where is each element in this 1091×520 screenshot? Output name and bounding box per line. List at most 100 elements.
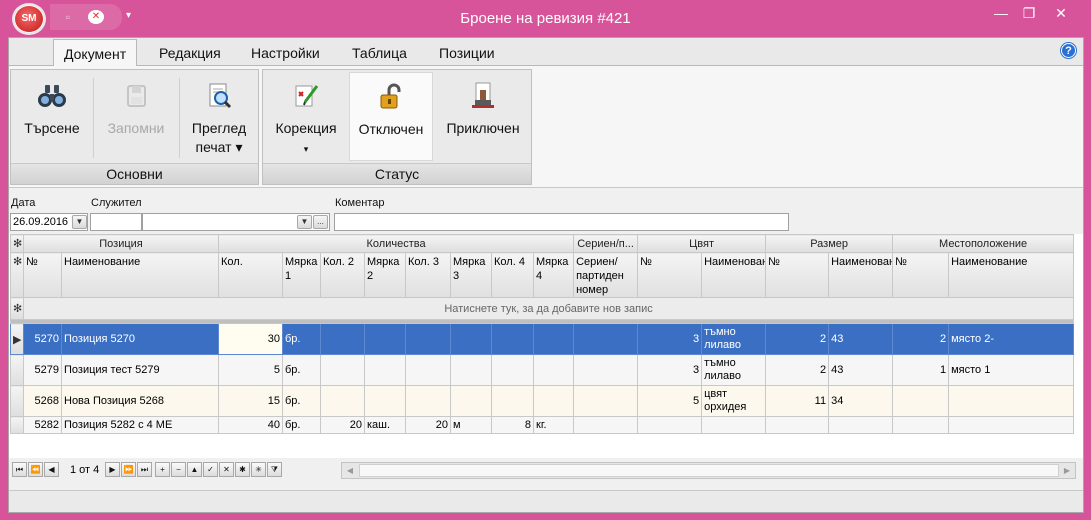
cell-qty3[interactable] [405,385,451,417]
col-position-name[interactable]: Наименование [61,252,219,298]
nav-last-icon[interactable]: ⏭ [137,462,152,477]
table-row[interactable]: 5268 Нова Позиция 5268 15 бр. 5 цвят орх… [10,385,1075,417]
cell-color-name[interactable]: цвят орхидея [701,385,767,417]
column-corner-icon[interactable]: ✻ [10,252,24,298]
scroll-left-icon[interactable]: ◀ [342,463,358,478]
band-serial[interactable]: Сериен/п... [573,234,639,253]
cell-location-name[interactable]: място 1 [948,354,1075,386]
cell-color-no[interactable] [637,416,703,434]
cell-qty2[interactable] [320,385,365,417]
col-unit1[interactable]: Мярка 1 [282,252,321,298]
cell-no[interactable]: 5268 [23,385,62,417]
col-qty2[interactable]: Кол. 2 [320,252,365,298]
tab-document[interactable]: Документ [53,39,138,67]
cell-unit1[interactable]: бр. [282,354,321,386]
nav-goto-bookmark-icon[interactable]: ✳ [251,462,266,477]
col-location-name[interactable]: Наименование [948,252,1075,298]
scroll-right-icon[interactable]: ▶ [1059,463,1075,478]
col-size-no[interactable]: № [765,252,830,298]
comment-field[interactable] [334,213,789,231]
tab-table[interactable]: Таблица [352,44,407,66]
nav-next-page-icon[interactable]: ⏩ [121,462,136,477]
row-indicator[interactable] [10,354,24,386]
band-quantities[interactable]: Количества [217,234,575,253]
nav-delete-icon[interactable]: − [171,462,186,477]
cell-qty2[interactable] [320,323,365,355]
cell-color-name[interactable]: тъмно лилаво [701,354,767,386]
maximize-button[interactable]: ❐ [1018,4,1040,22]
cell-qty[interactable]: 5 [218,354,283,386]
nav-post-icon[interactable]: ✓ [203,462,218,477]
cell-size-no[interactable] [765,416,830,434]
cell-unit1[interactable]: бр. [282,323,321,355]
cell-size-name[interactable]: 43 [828,354,894,386]
cell-qty4[interactable] [491,385,534,417]
table-row[interactable]: 5282 Позиция 5282 с 4 МЕ 40 бр. 20 каш. … [10,416,1075,434]
cell-color-no[interactable]: 3 [637,354,703,386]
nav-insert-icon[interactable]: + [155,462,170,477]
cell-color-no[interactable]: 5 [637,385,703,417]
tab-settings[interactable]: Настройки [251,44,320,66]
cell-no[interactable]: 5279 [23,354,62,386]
correction-button[interactable]: Корекция ▾ [265,72,347,161]
cell-unit4[interactable] [532,323,575,355]
cell-qty3[interactable] [405,323,451,355]
col-unit2[interactable]: Мярка 2 [364,252,406,298]
close-window-button[interactable]: ✕ [1050,4,1072,22]
cell-unit3[interactable] [450,354,492,386]
cell-location-name[interactable] [948,416,1075,434]
cell-size-name[interactable] [828,416,894,434]
cell-name[interactable]: Позиция 5282 с 4 МЕ [61,416,219,434]
unlocked-button[interactable]: Отключен [349,72,433,161]
cell-size-no[interactable]: 2 [765,323,830,355]
table-row[interactable]: 5279 Позиция тест 5279 5 бр. 3 тъмно лил… [10,354,1075,386]
band-location[interactable]: Местоположение [892,234,1075,253]
band-corner-icon[interactable]: ✻ [10,234,24,253]
cell-qty4[interactable] [491,323,534,355]
cell-size-name[interactable]: 43 [828,323,894,355]
cell-color-name[interactable]: тъмно лилаво [701,323,767,355]
cell-qty[interactable]: 30 [218,323,283,355]
finished-button[interactable]: Приключен [435,72,531,161]
cell-unit2[interactable] [364,385,406,417]
cell-qty3[interactable] [405,354,451,386]
col-qty4[interactable]: Кол. 4 [491,252,534,298]
row-indicator[interactable] [10,385,24,417]
row-indicator-icon[interactable]: ▶ [10,323,24,355]
date-dropdown-icon[interactable]: ▼ [72,215,87,229]
cell-serial[interactable] [573,354,639,386]
employee-code-field[interactable] [90,213,142,231]
cell-location-name[interactable]: място 2- [948,323,1075,355]
print-preview-button[interactable]: Преглед печат ▾ [181,72,257,161]
cell-unit2[interactable] [364,354,406,386]
tab-positions[interactable]: Позиции [439,44,495,66]
cell-unit4[interactable] [532,385,575,417]
cell-unit4[interactable] [532,354,575,386]
new-row[interactable]: ✻ Натиснете тук, за да добавите нов запи… [10,297,1075,320]
col-position-no[interactable]: № [23,252,62,298]
cell-qty2[interactable] [320,354,365,386]
cell-serial[interactable] [573,323,639,355]
cell-qty2[interactable]: 20 [320,416,365,434]
band-size[interactable]: Размер [765,234,894,253]
cell-qty4[interactable] [491,354,534,386]
cell-name[interactable]: Позиция 5270 [61,323,219,355]
cell-unit1[interactable]: бр. [282,416,321,434]
cell-location-no[interactable] [892,416,950,434]
cell-unit1[interactable]: бр. [282,385,321,417]
cell-serial[interactable] [573,416,639,434]
col-location-no[interactable]: № [892,252,950,298]
cell-size-no[interactable]: 11 [765,385,830,417]
cell-unit4[interactable]: кг. [532,416,575,434]
band-position[interactable]: Позиция [23,234,219,253]
cell-qty[interactable]: 15 [218,385,283,417]
cell-name[interactable]: Нова Позиция 5268 [61,385,219,417]
save-button[interactable]: Запомни [95,72,177,161]
cell-location-no[interactable]: 1 [892,354,950,386]
nav-cancel-icon[interactable]: ✕ [219,462,234,477]
col-unit4[interactable]: Мярка 4 [532,252,575,298]
nav-filter-icon[interactable]: ⧩ [267,462,282,477]
employee-name-field[interactable]: ▼ ... [142,213,330,231]
col-color-name[interactable]: Наименование [701,252,767,298]
row-indicator[interactable] [10,416,24,434]
